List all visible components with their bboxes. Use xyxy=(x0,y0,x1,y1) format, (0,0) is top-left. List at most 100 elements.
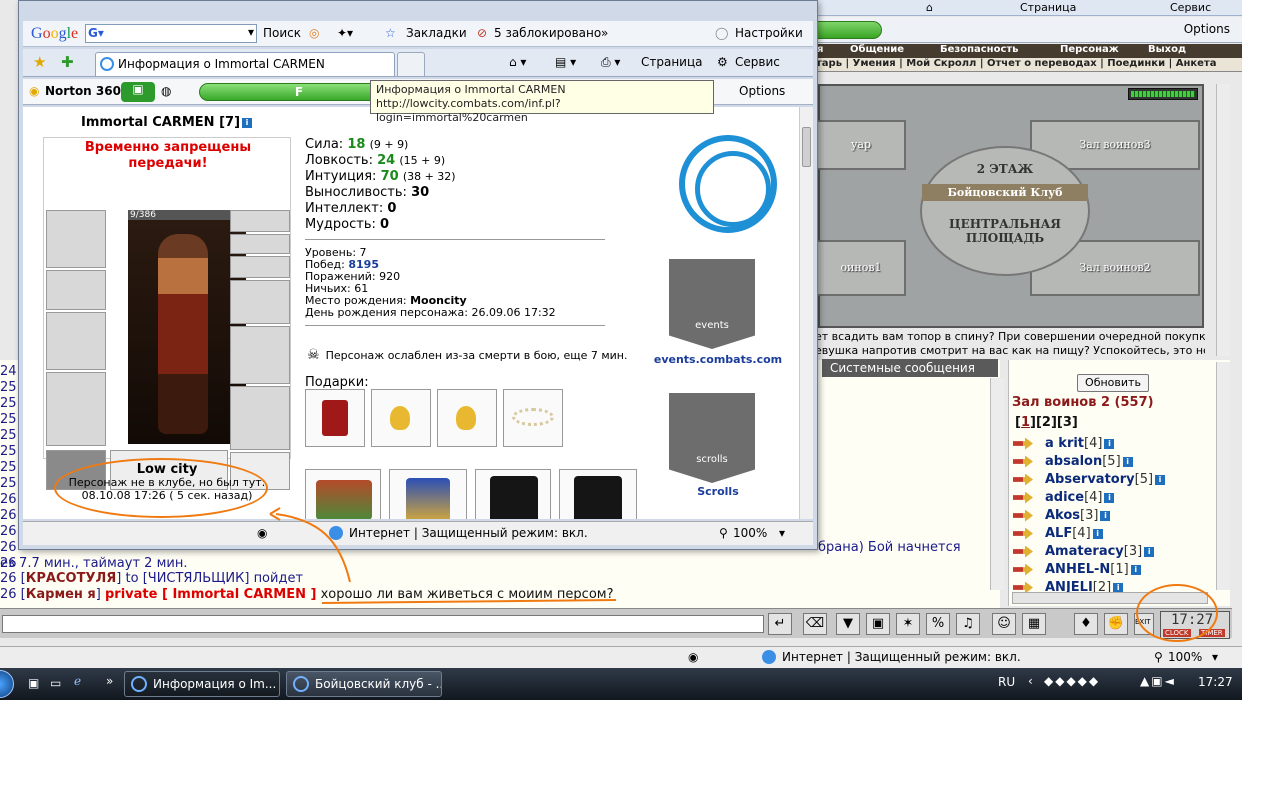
scrolls-link[interactable]: Scrolls xyxy=(653,485,783,498)
percent-icon[interactable]: % xyxy=(926,613,950,635)
taskbar-btn-info[interactable]: Информация о Im... xyxy=(124,671,280,697)
battle-arrow-icon[interactable] xyxy=(1013,455,1033,468)
user-list-item[interactable]: Abservatory[5] i xyxy=(1013,472,1166,487)
feeds-icon[interactable]: ▤ ▾ xyxy=(555,55,576,69)
user-list-item[interactable]: ALF[4] i xyxy=(1013,526,1103,541)
chat-sender[interactable]: КРАСОТУЛЯ xyxy=(26,571,117,586)
switch-windows-icon[interactable]: ▭ xyxy=(50,676,61,690)
battle-arrow-icon[interactable] xyxy=(1013,437,1033,450)
tray-status-icons[interactable]: ▲▣◄ xyxy=(1140,674,1176,688)
map-icon[interactable]: ▦ xyxy=(1022,613,1046,635)
gift-item[interactable] xyxy=(475,469,551,519)
chat-input[interactable] xyxy=(2,615,764,633)
quicklaunch-more-icon[interactable]: » xyxy=(106,674,113,688)
info-icon[interactable]: i xyxy=(242,118,253,128)
star-icon[interactable]: ☆ xyxy=(385,26,396,40)
gift-item[interactable] xyxy=(371,389,431,447)
battle-arrow-icon[interactable] xyxy=(1013,545,1033,558)
popup-blocker-icon[interactable]: ◉ xyxy=(257,526,267,540)
enter-icon[interactable]: ↵ xyxy=(768,613,792,635)
earrings-slot[interactable] xyxy=(230,210,290,232)
chat-sender[interactable]: Кармен я xyxy=(26,587,96,602)
events-link[interactable]: events.combats.com xyxy=(653,353,783,366)
norton-label[interactable]: Norton 360 xyxy=(45,84,121,98)
user-name[interactable]: absalon xyxy=(1045,454,1102,469)
extension-icon[interactable]: ✦▾ xyxy=(337,26,353,40)
new-tab-button[interactable] xyxy=(397,52,425,76)
map-central-square[interactable]: 2 ЭТАЖ Бойцовский Клуб ЦЕНТРАЛЬНАЯ ПЛОЩА… xyxy=(920,146,1090,276)
gift-item[interactable] xyxy=(503,389,563,447)
print-icon[interactable]: ⎙ ▾ xyxy=(601,55,620,70)
gloves-slot[interactable] xyxy=(230,280,290,324)
battle-arrow-icon[interactable] xyxy=(1013,509,1033,522)
smiley-icon[interactable]: ☺ xyxy=(992,613,1016,635)
battle-arrow-icon[interactable] xyxy=(1013,491,1033,504)
character-avatar[interactable] xyxy=(128,220,246,444)
chevron-down-icon[interactable]: ▾ xyxy=(779,526,785,540)
chevron-down-icon[interactable]: ▾ xyxy=(1212,650,1218,664)
tray-expand-icon[interactable]: ‹ xyxy=(1028,674,1033,688)
filter-icon[interactable]: ▼ xyxy=(836,613,860,635)
scrolls-banner[interactable]: scrolls xyxy=(669,393,755,483)
add-favorites-icon[interactable]: ✚ xyxy=(61,53,74,71)
menu-item-character[interactable]: Персонаж xyxy=(1060,44,1119,55)
bg-norton-status-pill[interactable] xyxy=(810,21,882,39)
page-link-1[interactable]: 1 xyxy=(1021,415,1030,430)
weapon-left-slot[interactable] xyxy=(46,312,106,370)
fighter-icon[interactable]: ✶ xyxy=(896,613,920,635)
page-link-2[interactable]: 2 xyxy=(1042,415,1051,430)
chat-recipient[interactable]: ЧИСТЯЛЬЩИК xyxy=(148,571,245,586)
bg-zoom-level[interactable]: 100% xyxy=(1168,650,1202,664)
amulet-slot[interactable] xyxy=(230,234,290,254)
search-button[interactable]: Поиск xyxy=(263,26,301,40)
gift-item[interactable] xyxy=(305,389,365,447)
taskbar-clock[interactable]: 17:27 xyxy=(1198,675,1233,689)
bg-page-menu[interactable]: Страница xyxy=(1020,1,1076,14)
taskbar-btn-club[interactable]: Бойцовский клуб - ... xyxy=(286,671,442,697)
user-list-item[interactable]: Amateracy[3] i xyxy=(1013,544,1155,559)
norton-pc-icon[interactable]: ▣ xyxy=(121,82,155,102)
sound-icon[interactable]: ♫ xyxy=(956,613,980,635)
user-name[interactable]: ALF xyxy=(1045,526,1072,541)
rings-slot[interactable] xyxy=(230,256,290,278)
norton-status-pill[interactable]: F xyxy=(199,83,399,101)
gear-icon[interactable]: ⚙ xyxy=(717,55,728,69)
bracers-slot[interactable] xyxy=(46,270,106,310)
menu-item-security[interactable]: Безопасность xyxy=(940,44,1019,55)
info-icon[interactable]: i xyxy=(1092,529,1103,539)
user-list-item[interactable]: ANHEL-N[1] i xyxy=(1013,562,1141,577)
user-name[interactable]: Akos xyxy=(1045,508,1080,523)
zoom-level[interactable]: 100% xyxy=(733,526,767,540)
events-banner[interactable]: events xyxy=(669,259,755,349)
refresh-button[interactable]: Обновить xyxy=(1077,374,1149,392)
popup-blocked-icon[interactable]: ⊘ xyxy=(477,26,487,40)
menu-item-communication[interactable]: Общение xyxy=(850,44,904,55)
info-icon[interactable]: i xyxy=(1122,457,1133,467)
gift-item[interactable] xyxy=(389,469,467,519)
settings-menu[interactable]: Настройки xyxy=(735,26,803,40)
map-room-left-top[interactable]: уар xyxy=(816,120,906,170)
google-logo[interactable]: Google xyxy=(31,25,78,43)
gift-item[interactable] xyxy=(437,389,497,447)
start-button[interactable] xyxy=(0,670,14,698)
bg-service-menu[interactable]: Сервис xyxy=(1170,1,1211,14)
menu-item-exit[interactable]: Выход xyxy=(1148,44,1186,55)
clan-logo[interactable] xyxy=(679,135,777,233)
user-list-item[interactable]: Akos[3] i xyxy=(1013,508,1111,523)
home-icon[interactable]: ⌂ ▾ xyxy=(509,55,526,69)
pants-slot[interactable] xyxy=(230,386,290,450)
service-menu[interactable]: Сервис xyxy=(735,55,780,69)
gift-item[interactable] xyxy=(305,469,381,519)
info-icon[interactable]: i xyxy=(1104,493,1115,503)
gift-item[interactable] xyxy=(559,469,637,519)
popup-blocker-icon[interactable]: ◉ xyxy=(688,650,698,664)
user-list-item[interactable]: a krit[4] i xyxy=(1013,436,1115,451)
user-name[interactable]: Abservatory xyxy=(1045,472,1135,487)
armor-slot[interactable] xyxy=(46,372,106,446)
user-list-item[interactable]: adice[4] i xyxy=(1013,490,1115,505)
user-name[interactable]: ANHEL-N xyxy=(1045,562,1110,577)
map-room-warriors1[interactable]: оинов1 xyxy=(816,240,906,296)
home-icon[interactable]: ⌂ xyxy=(926,1,933,14)
users-scrollbar[interactable] xyxy=(1216,362,1230,590)
language-indicator[interactable]: RU xyxy=(998,675,1015,689)
